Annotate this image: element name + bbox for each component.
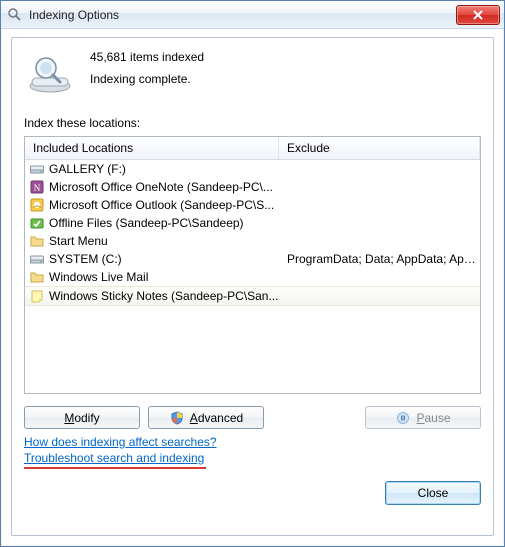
outlook-icon <box>29 197 45 213</box>
svg-text:N: N <box>34 183 41 193</box>
help-link-indexing[interactable]: How does indexing affect searches? <box>24 435 217 449</box>
list-header: Included Locations Exclude <box>25 137 480 160</box>
table-row[interactable]: Windows Sticky Notes (Sandeep-PC\San... <box>25 286 480 306</box>
pause-icon <box>395 410 411 426</box>
cell-included: N Microsoft Office OneNote (Sandeep-PC\..… <box>25 179 279 195</box>
cell-included: Start Menu <box>25 233 279 249</box>
location-label: Microsoft Office OneNote (Sandeep-PC\... <box>49 180 273 194</box>
list-rows: GALLERY (F:) N Microsoft Office OneNote (S… <box>25 160 480 306</box>
location-label: Microsoft Office Outlook (Sandeep-PC\S..… <box>49 198 274 212</box>
table-row[interactable]: Windows Live Mail <box>25 268 480 286</box>
location-label: GALLERY (F:) <box>49 162 126 176</box>
cell-included: GALLERY (F:) <box>25 161 279 177</box>
annotation-underline <box>24 467 206 469</box>
drive-icon <box>29 161 45 177</box>
drive-icon <box>29 251 45 267</box>
index-status-icon <box>24 48 76 96</box>
pause-button: Pause <box>365 406 481 429</box>
sticky-icon <box>29 288 45 304</box>
locations-section-label: Index these locations: <box>24 116 481 130</box>
column-included-header[interactable]: Included Locations <box>25 137 279 159</box>
status-row: 45,681 items indexed Indexing complete. <box>24 48 481 96</box>
table-row[interactable]: SYSTEM (C:) ProgramData; Data; AppData; A… <box>25 250 480 268</box>
footer: Close <box>24 481 481 505</box>
dialog-body: 45,681 items indexed Indexing complete. … <box>1 29 504 546</box>
close-icon <box>472 10 484 20</box>
cell-included: Windows Sticky Notes (Sandeep-PC\San... <box>25 288 279 304</box>
location-label: Windows Live Mail <box>49 270 148 284</box>
location-label: Start Menu <box>49 234 108 248</box>
table-row[interactable]: Microsoft Office Outlook (Sandeep-PC\S..… <box>25 196 480 214</box>
shield-icon <box>169 410 185 426</box>
help-links: How does indexing affect searches? Troub… <box>24 435 481 469</box>
folder-icon <box>29 233 45 249</box>
folder-icon <box>29 269 45 285</box>
modify-button[interactable]: Modify <box>24 406 140 429</box>
status-text: 45,681 items indexed Indexing complete. <box>90 48 204 96</box>
table-row[interactable]: N Microsoft Office OneNote (Sandeep-PC\..… <box>25 178 480 196</box>
window-close-button[interactable] <box>456 5 500 25</box>
offline-icon <box>29 215 45 231</box>
location-label: SYSTEM (C:) <box>49 252 122 266</box>
index-state-label: Indexing complete. <box>90 72 204 86</box>
advanced-button[interactable]: Advanced <box>148 406 264 429</box>
column-exclude-header[interactable]: Exclude <box>279 137 480 159</box>
cell-included: SYSTEM (C:) <box>25 251 279 267</box>
cell-included: Windows Live Mail <box>25 269 279 285</box>
locations-list[interactable]: Included Locations Exclude GALLERY (F:) N… <box>24 136 481 394</box>
help-link-troubleshoot[interactable]: Troubleshoot search and indexing <box>24 451 204 465</box>
close-button[interactable]: Close <box>385 481 481 505</box>
button-row: Modify Advanced <box>24 406 481 429</box>
content-panel: 45,681 items indexed Indexing complete. … <box>11 37 494 536</box>
indexing-options-window: Indexing Options 45,681 <box>0 0 505 547</box>
app-icon <box>7 7 23 23</box>
onenote-icon: N <box>29 179 45 195</box>
titlebar: Indexing Options <box>1 1 504 29</box>
items-indexed-label: 45,681 items indexed <box>90 50 204 64</box>
window-title: Indexing Options <box>29 8 456 22</box>
cell-included: Offline Files (Sandeep-PC\Sandeep) <box>25 215 279 231</box>
table-row[interactable]: GALLERY (F:) <box>25 160 480 178</box>
cell-exclude: ProgramData; Data; AppData; AppData; ... <box>279 252 480 266</box>
cell-included: Microsoft Office Outlook (Sandeep-PC\S..… <box>25 197 279 213</box>
table-row[interactable]: Offline Files (Sandeep-PC\Sandeep) <box>25 214 480 232</box>
table-row[interactable]: Start Menu <box>25 232 480 250</box>
location-label: Offline Files (Sandeep-PC\Sandeep) <box>49 216 244 230</box>
location-label: Windows Sticky Notes (Sandeep-PC\San... <box>49 289 278 303</box>
